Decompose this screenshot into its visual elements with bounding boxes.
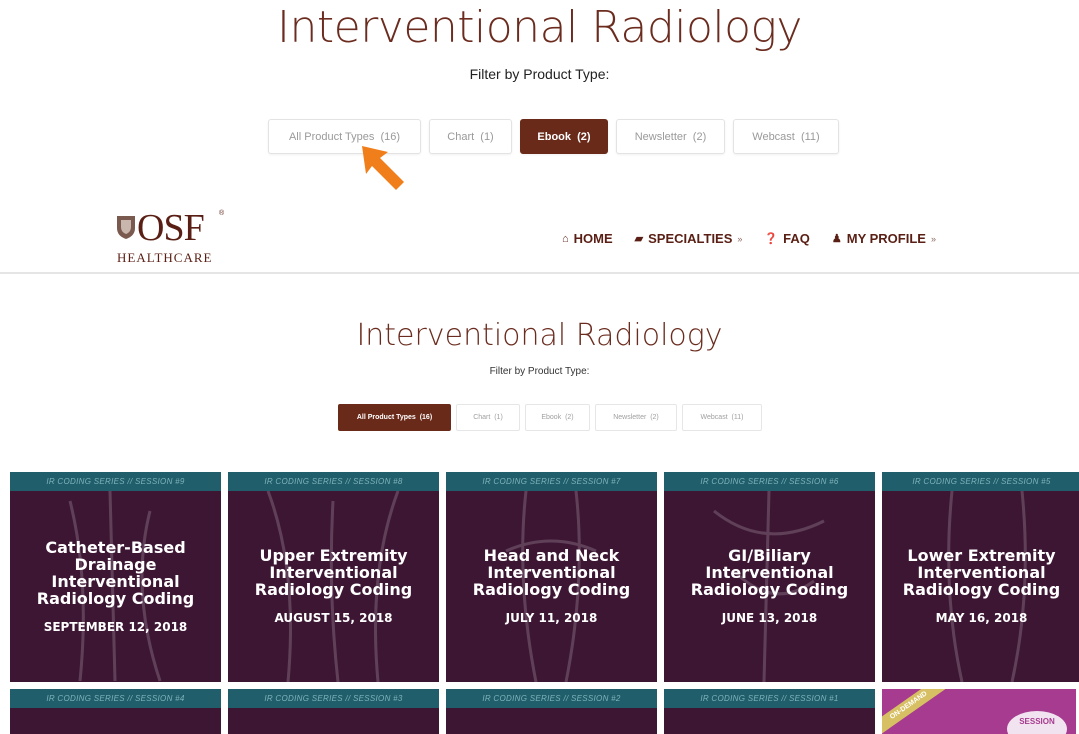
card-title: Head and Neck Interventional Radiology C… xyxy=(472,546,631,599)
card-series-band: IR CODING SERIES // SESSION #4 xyxy=(10,689,221,708)
nav-faq[interactable]: ❓ FAQ xyxy=(764,231,809,246)
nav-faq-label: FAQ xyxy=(783,231,810,246)
nav-specialties-label: SPECIALTIES xyxy=(648,231,733,246)
nav-profile-label: MY PROFILE xyxy=(846,231,926,246)
card-date: JUNE 13, 2018 xyxy=(721,611,818,625)
annotation-arrow-icon xyxy=(362,146,404,190)
card-title: Catheter-Based Drainage Interventional R… xyxy=(36,538,195,608)
logo-text: OSF xyxy=(137,207,205,249)
product-card[interactable]: IR CODING SERIES // SESSION #4 xyxy=(10,689,221,734)
filter-chart[interactable]: Chart (1) xyxy=(456,404,520,431)
session-badge: SESSION xyxy=(1007,711,1067,734)
card-series-band: IR CODING SERIES // SESSION #6 xyxy=(664,472,875,491)
card-series-band: IR CODING SERIES // SESSION #8 xyxy=(228,472,439,491)
logo-subtext: HEALTHCARE xyxy=(117,250,213,265)
card-series-band: IR CODING SERIES // SESSION #2 xyxy=(446,689,657,708)
card-series-band: IR CODING SERIES // SESSION #3 xyxy=(228,689,439,708)
filter-bar: All Product Types (16) Chart (1) Ebook (… xyxy=(338,404,762,432)
product-card[interactable]: IR CODING SERIES // SESSION #1 xyxy=(664,689,875,734)
header-divider xyxy=(0,272,1079,274)
user-icon: ♟ xyxy=(831,233,842,245)
product-card[interactable]: IR CODING SERIES // SESSION #5 Lower Ext… xyxy=(882,472,1079,682)
nav-specialties[interactable]: ▰ SPECIALTIES » xyxy=(635,231,743,246)
chevron-down-icon: » xyxy=(737,233,743,244)
zoomed-filter-newsletter[interactable]: Newsletter (2) xyxy=(616,119,725,154)
filter-all[interactable]: All Product Types (16) xyxy=(338,404,451,431)
zoomed-filter-label: Filter by Product Type: xyxy=(469,66,610,82)
card-title: Upper Extremity Interventional Radiology… xyxy=(254,546,413,599)
card-series-band: IR CODING SERIES // SESSION #5 xyxy=(882,472,1079,491)
home-icon: ⌂ xyxy=(562,232,569,245)
card-date: SEPTEMBER 12, 2018 xyxy=(43,620,188,634)
zoomed-filter-bar: All Product Types (16) Chart (1) Ebook (… xyxy=(268,119,839,156)
filter-label: Filter by Product Type: xyxy=(489,366,590,377)
zoomed-page-title: Interventional Radiology xyxy=(277,2,802,53)
card-title: Lower Extremity Interventional Radiology… xyxy=(902,546,1061,599)
nav-home-label: HOME xyxy=(573,231,613,246)
page-title: Interventional Radiology xyxy=(356,318,723,353)
card-date: MAY 16, 2018 xyxy=(935,611,1028,625)
filter-newsletter[interactable]: Newsletter (2) xyxy=(595,404,677,431)
zoomed-filter-webcast[interactable]: Webcast (11) xyxy=(733,119,839,154)
on-demand-card[interactable]: ON-DEMAND SESSION xyxy=(882,689,1076,734)
question-icon: ❓ xyxy=(764,233,779,245)
osf-healthcare-logo[interactable]: OSF ® HEALTHCARE xyxy=(115,206,225,270)
product-card[interactable]: IR CODING SERIES // SESSION #8 Upper Ext… xyxy=(228,472,439,682)
filter-webcast[interactable]: Webcast (11) xyxy=(682,404,762,431)
book-icon: ▰ xyxy=(634,233,644,245)
zoomed-filter-ebook[interactable]: Ebook (2) xyxy=(520,119,608,154)
product-card[interactable]: IR CODING SERIES // SESSION #3 xyxy=(228,689,439,734)
main-nav: ⌂ HOME ▰ SPECIALTIES » ❓ FAQ ♟ MY PROFIL… xyxy=(562,231,936,246)
nav-home[interactable]: ⌂ HOME xyxy=(562,231,613,246)
product-card[interactable]: IR CODING SERIES // SESSION #6 GI/Biliar… xyxy=(664,472,875,682)
product-card[interactable]: IR CODING SERIES // SESSION #2 xyxy=(446,689,657,734)
product-card[interactable]: IR CODING SERIES // SESSION #7 Head and … xyxy=(446,472,657,682)
logo-registered: ® xyxy=(219,210,225,217)
crest-icon xyxy=(117,216,135,239)
nav-my-profile[interactable]: ♟ MY PROFILE » xyxy=(832,231,936,246)
card-title: GI/Biliary Interventional Radiology Codi… xyxy=(690,546,849,599)
card-date: JULY 11, 2018 xyxy=(505,611,598,625)
card-date: AUGUST 15, 2018 xyxy=(274,611,393,625)
zoomed-filter-chart[interactable]: Chart (1) xyxy=(429,119,512,154)
card-series-band: IR CODING SERIES // SESSION #9 xyxy=(10,472,221,491)
chevron-down-icon: » xyxy=(930,233,936,244)
card-series-band: IR CODING SERIES // SESSION #7 xyxy=(446,472,657,491)
card-series-band: IR CODING SERIES // SESSION #1 xyxy=(664,689,875,708)
on-demand-ribbon: ON-DEMAND xyxy=(882,689,950,734)
filter-ebook[interactable]: Ebook (2) xyxy=(525,404,590,431)
product-card[interactable]: IR CODING SERIES // SESSION #9 Catheter-… xyxy=(10,472,221,682)
